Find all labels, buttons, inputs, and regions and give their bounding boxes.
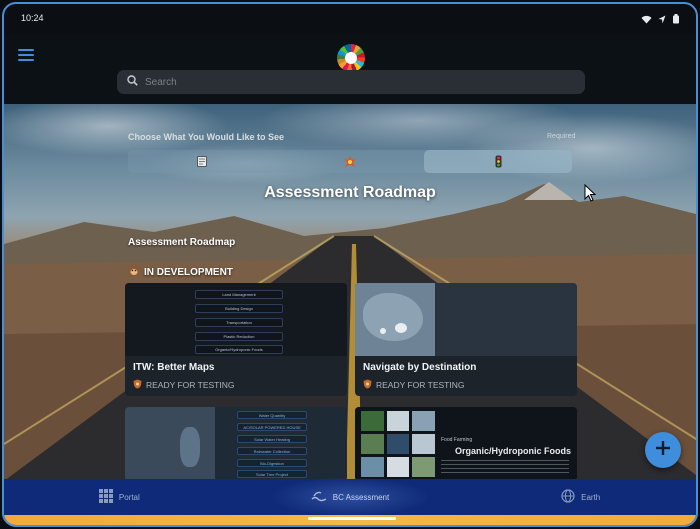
hamburger-menu-icon[interactable] (18, 49, 34, 63)
waves-icon (311, 490, 327, 504)
tab-bc-assessment-label: BC Assessment (332, 492, 390, 502)
search-icon (127, 73, 138, 91)
shield-icon (133, 379, 142, 391)
thumb-item: Rainwater Collection (237, 447, 307, 455)
wifi-icon (641, 11, 652, 29)
tab-portal[interactable]: Portal (4, 479, 235, 515)
thumb-item: Solar Water Heating (237, 435, 307, 443)
document-icon (197, 156, 207, 167)
plus-icon (655, 440, 671, 461)
thumb-item: Transportation (195, 318, 283, 327)
roadmap-card[interactable]: Navigate by Destination READY FOR TESTIN… (355, 283, 577, 396)
add-button[interactable] (645, 432, 681, 468)
card-title: ITW: Better Maps (133, 362, 215, 373)
thumb-heading: Organic/Hydroponic Foods (455, 446, 572, 456)
thumb-item: AC/SOLAR POWERED HOUSE (237, 423, 307, 431)
mouse-cursor (584, 183, 597, 207)
battery-icon (672, 11, 680, 29)
card-status: READY FOR TESTING (133, 379, 339, 391)
filter-option-explosion[interactable] (276, 150, 424, 173)
card-status-label: READY FOR TESTING (376, 380, 465, 390)
filter-segmented-control (128, 150, 572, 173)
card-thumbnail (355, 283, 577, 356)
tab-earth[interactable]: Earth (465, 479, 696, 515)
monkey-icon (128, 265, 140, 280)
card-status: READY FOR TESTING (363, 379, 569, 391)
explosion-icon (344, 155, 356, 168)
status-time: 10:24 (21, 13, 44, 23)
app-header (4, 34, 696, 104)
status-bar: 10:24 (4, 4, 696, 34)
traffic-light-icon (495, 155, 502, 168)
location-icon (658, 11, 666, 29)
bottom-tab-bar: Portal BC Assessment Earth (4, 479, 696, 515)
filter-option-traffic-light[interactable] (424, 150, 572, 173)
card-thumbnail: Land Management Building Design Transpor… (125, 283, 347, 356)
thumb-item: Bio-Digestion (237, 459, 307, 467)
background-scene: Choose What You Would Like to See Requir… (4, 104, 696, 481)
roadmap-card[interactable]: Water Quantity AC/SOLAR POWERED HOUSE So… (125, 407, 347, 481)
card-thumbnail: Water Quantity AC/SOLAR POWERED HOUSE So… (125, 407, 347, 481)
sdg-wheel-logo (337, 44, 365, 72)
status-icons (641, 11, 680, 29)
card-status-label: READY FOR TESTING (146, 380, 235, 390)
search-input[interactable] (145, 76, 545, 88)
home-indicator[interactable] (308, 517, 396, 520)
status-heading: IN DEVELOPMENT (128, 265, 233, 280)
thumb-subheading: Food Farming (441, 437, 473, 443)
required-label: Required (547, 133, 576, 140)
roadmap-card[interactable]: Land Management Building Design Transpor… (125, 283, 347, 396)
thumb-item: Organic/Hydroponic Foods (195, 345, 283, 354)
filter-option-document[interactable] (128, 150, 276, 173)
tab-portal-label: Portal (118, 492, 140, 502)
thumb-item: Water Quantity (237, 411, 307, 419)
globe-icon (561, 489, 575, 505)
device-frame: 10:24 Search Choose What You Would Like … (2, 2, 698, 527)
card-title: Navigate by Destination (363, 362, 477, 373)
thumb-item: Building Design (195, 304, 283, 313)
section-title: Assessment Roadmap (128, 237, 236, 248)
grid-icon (98, 489, 113, 505)
status-heading-label: IN DEVELOPMENT (144, 267, 233, 278)
thumb-item: Plastic Reduction (195, 332, 283, 341)
shield-icon (363, 379, 372, 391)
card-thumbnail: Food Farming Organic/Hydroponic Foods (355, 407, 577, 481)
filter-label: Choose What You Would Like to See (128, 132, 285, 142)
thumb-item: Land Management (195, 290, 283, 299)
tab-bc-assessment[interactable]: BC Assessment (235, 479, 466, 515)
search-bar[interactable] (117, 70, 585, 94)
roadmap-card[interactable]: Food Farming Organic/Hydroponic Foods (355, 407, 577, 481)
tab-earth-label: Earth (581, 492, 601, 502)
